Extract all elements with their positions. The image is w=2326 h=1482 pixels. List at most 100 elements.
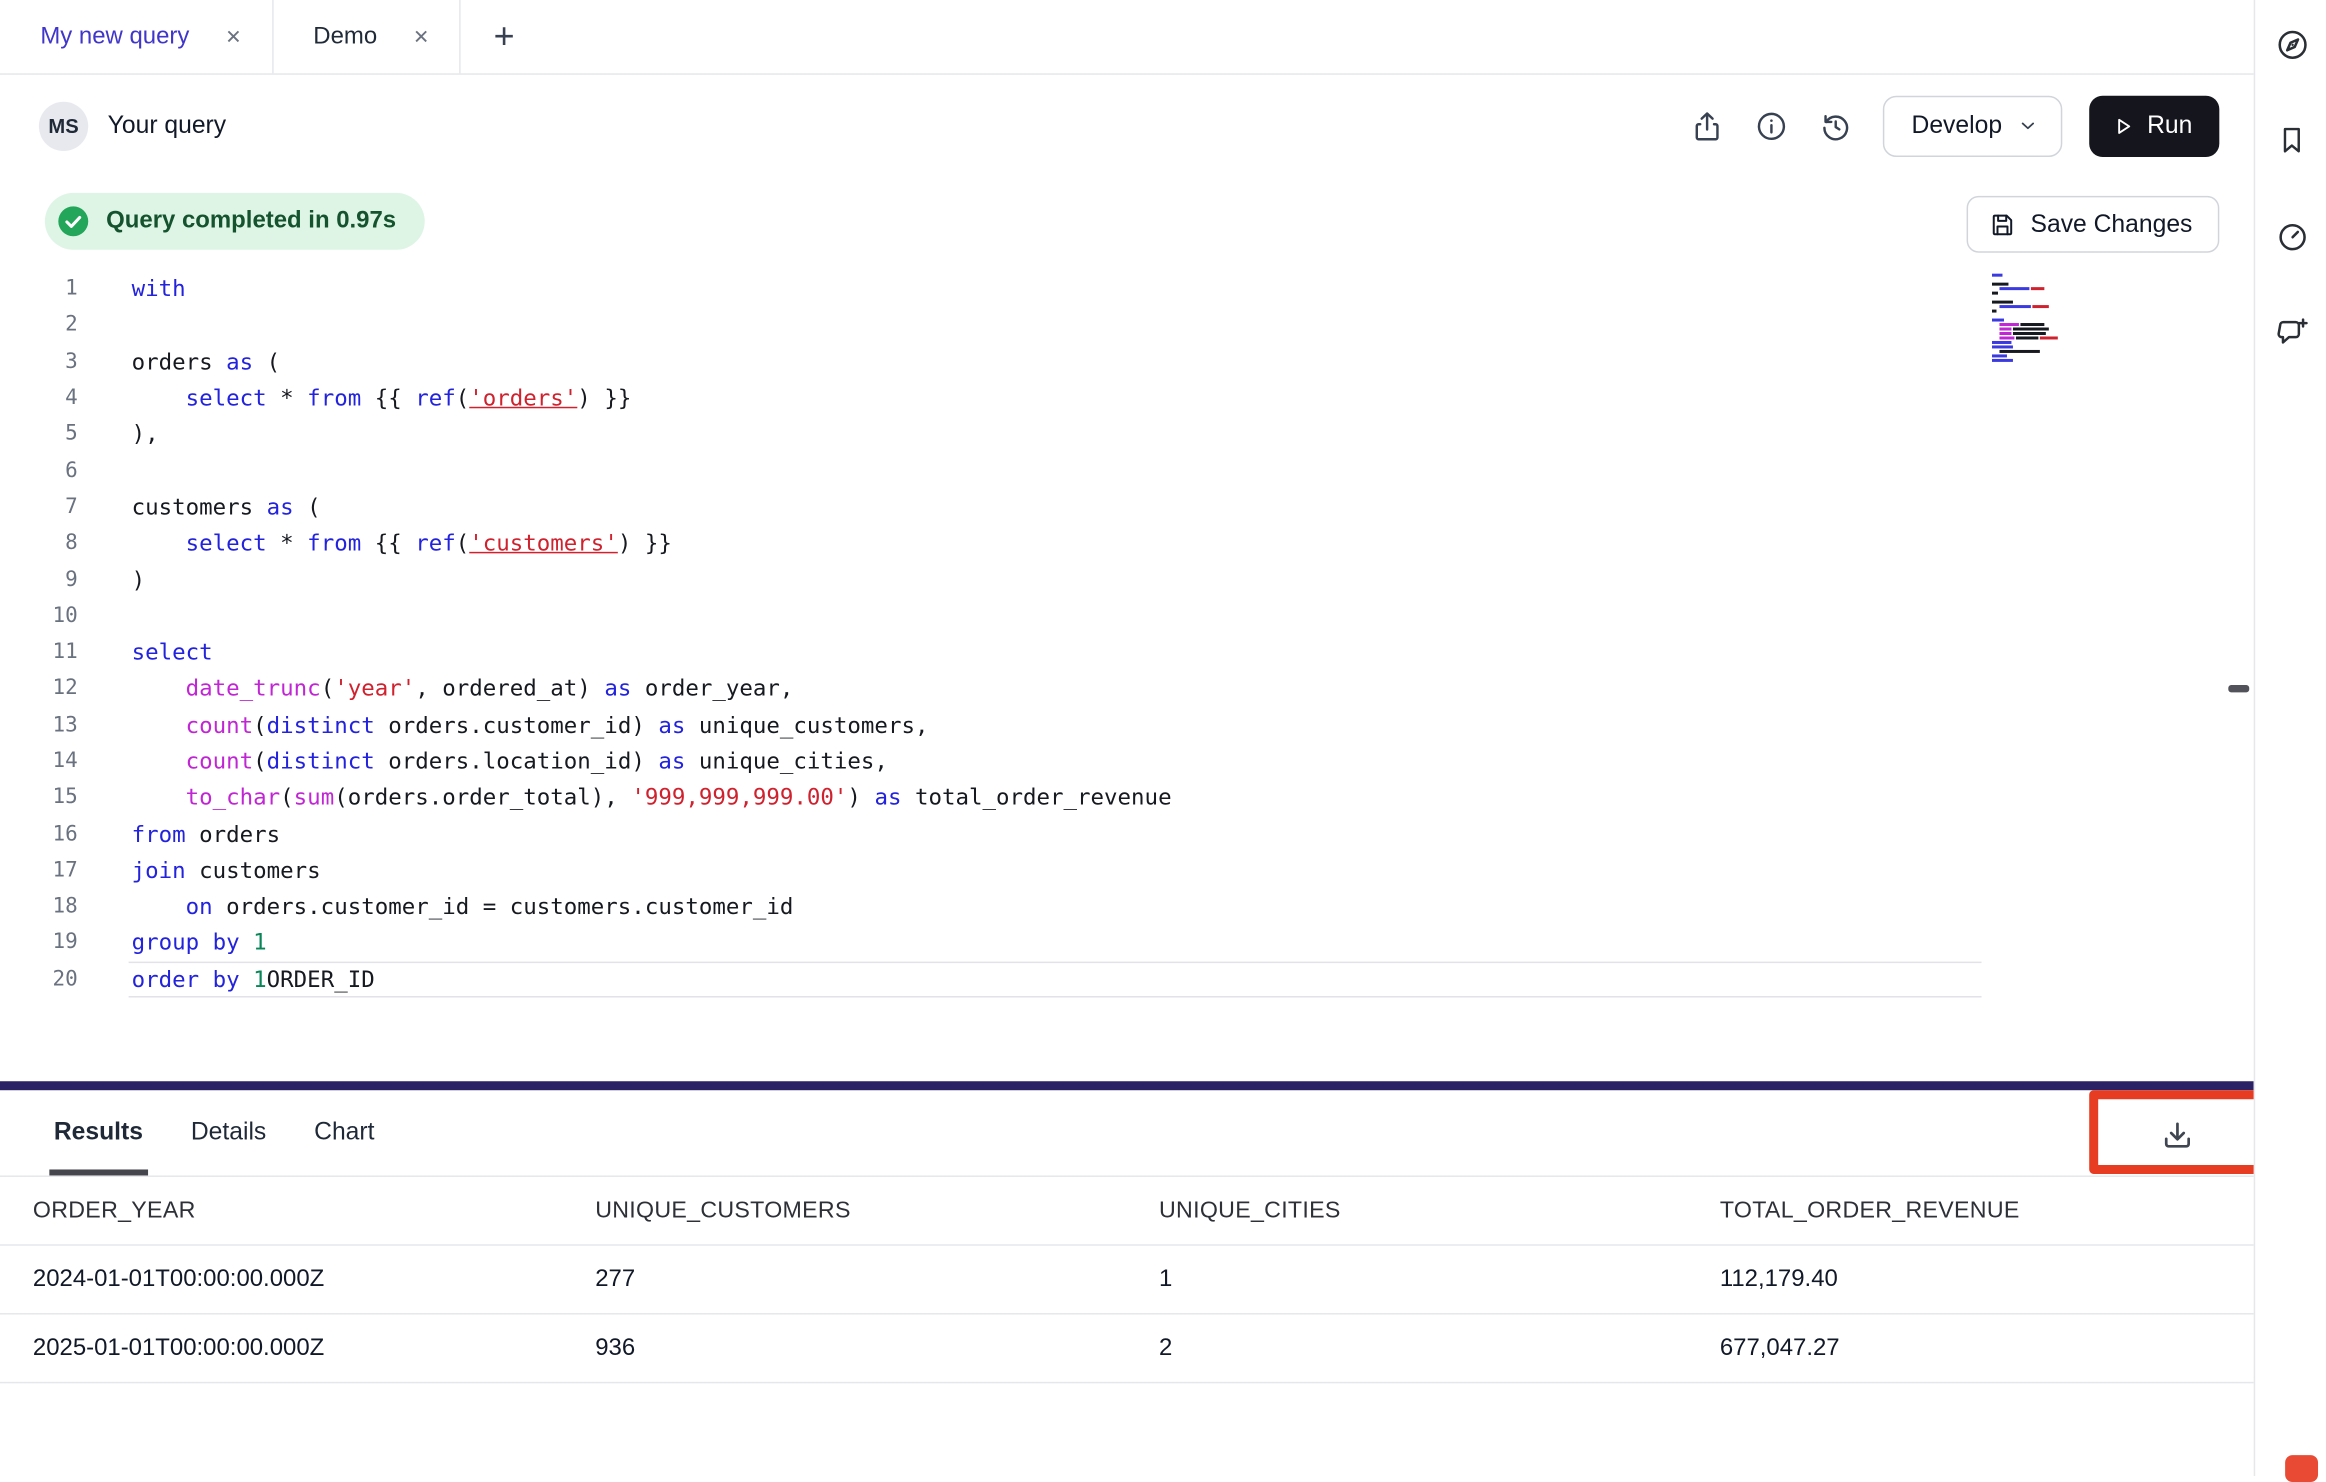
bookmark-icon[interactable] — [2255, 106, 2326, 172]
results-table-header: ORDER_YEARUNIQUE_CUSTOMERSUNIQUE_CITIEST… — [0, 1177, 2254, 1246]
line-number[interactable]: 16 — [0, 822, 78, 846]
save-icon — [1987, 209, 2017, 239]
history-icon[interactable] — [1807, 97, 1864, 154]
line-number[interactable]: 13 — [0, 713, 78, 737]
code-text: date_trunc('year', ordered_at) as order_… — [132, 675, 794, 702]
timer-icon[interactable] — [2255, 203, 2326, 269]
line-number[interactable]: 2 — [0, 313, 78, 337]
tab-label: My new query — [40, 23, 189, 50]
line-number[interactable]: 17 — [0, 858, 78, 882]
tab-label: Demo — [313, 23, 377, 50]
code-text: on orders.customer_id = customers.custom… — [132, 893, 794, 920]
line-number[interactable]: 19 — [0, 931, 78, 955]
table-row: 2025-01-01T00:00:00.000Z9362677,047.27 — [0, 1315, 2254, 1384]
line-number[interactable]: 6 — [0, 459, 78, 483]
table-cell: 2025-01-01T00:00:00.000Z — [33, 1335, 595, 1362]
avatar: MS — [39, 101, 88, 150]
run-button[interactable]: Run — [2089, 95, 2220, 156]
code-text: customers as ( — [132, 493, 321, 520]
code-line[interactable]: 13 count(distinct orders.customer_id) as… — [0, 707, 2254, 743]
tab-chart[interactable]: Chart — [314, 1090, 374, 1175]
results-table-body: 2024-01-01T00:00:00.000Z2771112,179.4020… — [0, 1246, 2254, 1384]
code-line[interactable]: 12 date_trunc('year', ordered_at) as ord… — [0, 670, 2254, 706]
plus-icon: + — [494, 16, 515, 58]
line-number[interactable]: 8 — [0, 531, 78, 555]
query-header: MS Your query — [0, 75, 2254, 177]
code-line[interactable]: 4 select * from {{ ref('orders') }} — [0, 380, 2254, 416]
line-number[interactable]: 4 — [0, 386, 78, 410]
code-line[interactable]: 3orders as ( — [0, 343, 2254, 379]
code-line[interactable]: 20 order by 1ORDER_ID — [0, 961, 2254, 997]
line-number[interactable]: 11 — [0, 640, 78, 664]
line-number[interactable]: 7 — [0, 495, 78, 519]
code-line[interactable]: 10 — [0, 598, 2254, 634]
share-icon[interactable] — [1678, 97, 1735, 154]
code-editor[interactable]: 1with23orders as (4 select * from {{ ref… — [0, 271, 2254, 1082]
tab-demo[interactable]: Demo ✕ — [273, 0, 461, 73]
header-actions: Develop Run — [1671, 95, 2220, 156]
check-circle-icon — [57, 205, 90, 238]
close-icon[interactable]: ✕ — [413, 27, 429, 46]
table-row: 2024-01-01T00:00:00.000Z2771112,179.40 — [0, 1246, 2254, 1315]
develop-dropdown[interactable]: Develop — [1883, 95, 2062, 156]
table-cell: 1 — [1159, 1266, 1720, 1293]
tab-results[interactable]: Results — [54, 1090, 143, 1175]
line-number[interactable]: 14 — [0, 749, 78, 773]
code-line[interactable]: 15 to_char(sum(orders.order_total), '999… — [0, 779, 2254, 815]
page-title: Your query — [108, 111, 226, 139]
code-line[interactable]: 14 count(distinct orders.location_id) as… — [0, 743, 2254, 779]
alert-badge[interactable] — [2285, 1455, 2318, 1482]
save-changes-button[interactable]: Save Changes — [1966, 196, 2219, 253]
panel-divider[interactable] — [0, 1081, 2254, 1090]
code-line[interactable]: 18 on orders.customer_id = customers.cus… — [0, 888, 2254, 924]
editor-tabbar: My new query ✕ Demo ✕ + — [0, 0, 2254, 75]
feedback-icon[interactable] — [2255, 299, 2326, 365]
code-text: select * from {{ ref('orders') }} — [132, 384, 632, 411]
save-label: Save Changes — [2031, 210, 2193, 238]
code-line[interactable]: 7 customers as ( — [0, 489, 2254, 525]
table-cell: 677,047.27 — [1720, 1335, 2254, 1362]
code-line[interactable]: 16 from orders — [0, 816, 2254, 852]
tab-details[interactable]: Details — [191, 1090, 266, 1175]
info-icon[interactable] — [1743, 97, 1800, 154]
line-number[interactable]: 10 — [0, 604, 78, 628]
main-area: My new query ✕ Demo ✕ + MS Your query — [0, 0, 2254, 1476]
new-tab-button[interactable]: + — [461, 0, 548, 73]
code-line[interactable]: 9) — [0, 561, 2254, 597]
line-number[interactable]: 5 — [0, 422, 78, 446]
line-number[interactable]: 12 — [0, 677, 78, 701]
minimap[interactable] — [1986, 271, 2082, 370]
code-line[interactable]: 6 — [0, 452, 2254, 488]
code-line[interactable]: 17join customers — [0, 852, 2254, 888]
close-icon[interactable]: ✕ — [225, 27, 241, 46]
compass-icon[interactable] — [2255, 12, 2326, 78]
results-table: ORDER_YEARUNIQUE_CUSTOMERSUNIQUE_CITIEST… — [0, 1177, 2254, 1383]
code-line[interactable]: 8 select * from {{ ref('customers') }} — [0, 525, 2254, 561]
code-text: select — [132, 639, 213, 666]
code-text: ), — [132, 421, 159, 448]
code-line[interactable]: 19group by 1 — [0, 925, 2254, 961]
code-line[interactable]: 1with — [0, 271, 2254, 307]
table-cell: 277 — [595, 1266, 1159, 1293]
line-number[interactable]: 3 — [0, 350, 78, 374]
code-text: ) — [132, 566, 146, 593]
run-label: Run — [2147, 111, 2192, 139]
code-text: to_char(sum(orders.order_total), '999,99… — [132, 784, 1172, 811]
line-number[interactable]: 9 — [0, 568, 78, 592]
scrollbar-marker[interactable] — [2228, 685, 2249, 692]
line-number[interactable]: 1 — [0, 277, 78, 301]
code-text: from orders — [132, 820, 281, 847]
download-results-button[interactable] — [2140, 1107, 2215, 1164]
develop-label: Develop — [1912, 111, 2003, 139]
table-cell: 2 — [1159, 1335, 1720, 1362]
code-line[interactable]: 11 select — [0, 634, 2254, 670]
code-text: count(distinct orders.customer_id) as un… — [132, 711, 929, 738]
line-number[interactable]: 18 — [0, 895, 78, 919]
line-number[interactable]: 20 — [0, 967, 78, 991]
code-text: order by 1ORDER_ID — [132, 966, 375, 993]
tab-my-new-query[interactable]: My new query ✕ — [0, 0, 273, 73]
line-number[interactable]: 15 — [0, 786, 78, 810]
code-line[interactable]: 5), — [0, 416, 2254, 452]
results-tabs: Results Details Chart — [54, 1090, 375, 1175]
code-line[interactable]: 2 — [0, 307, 2254, 343]
